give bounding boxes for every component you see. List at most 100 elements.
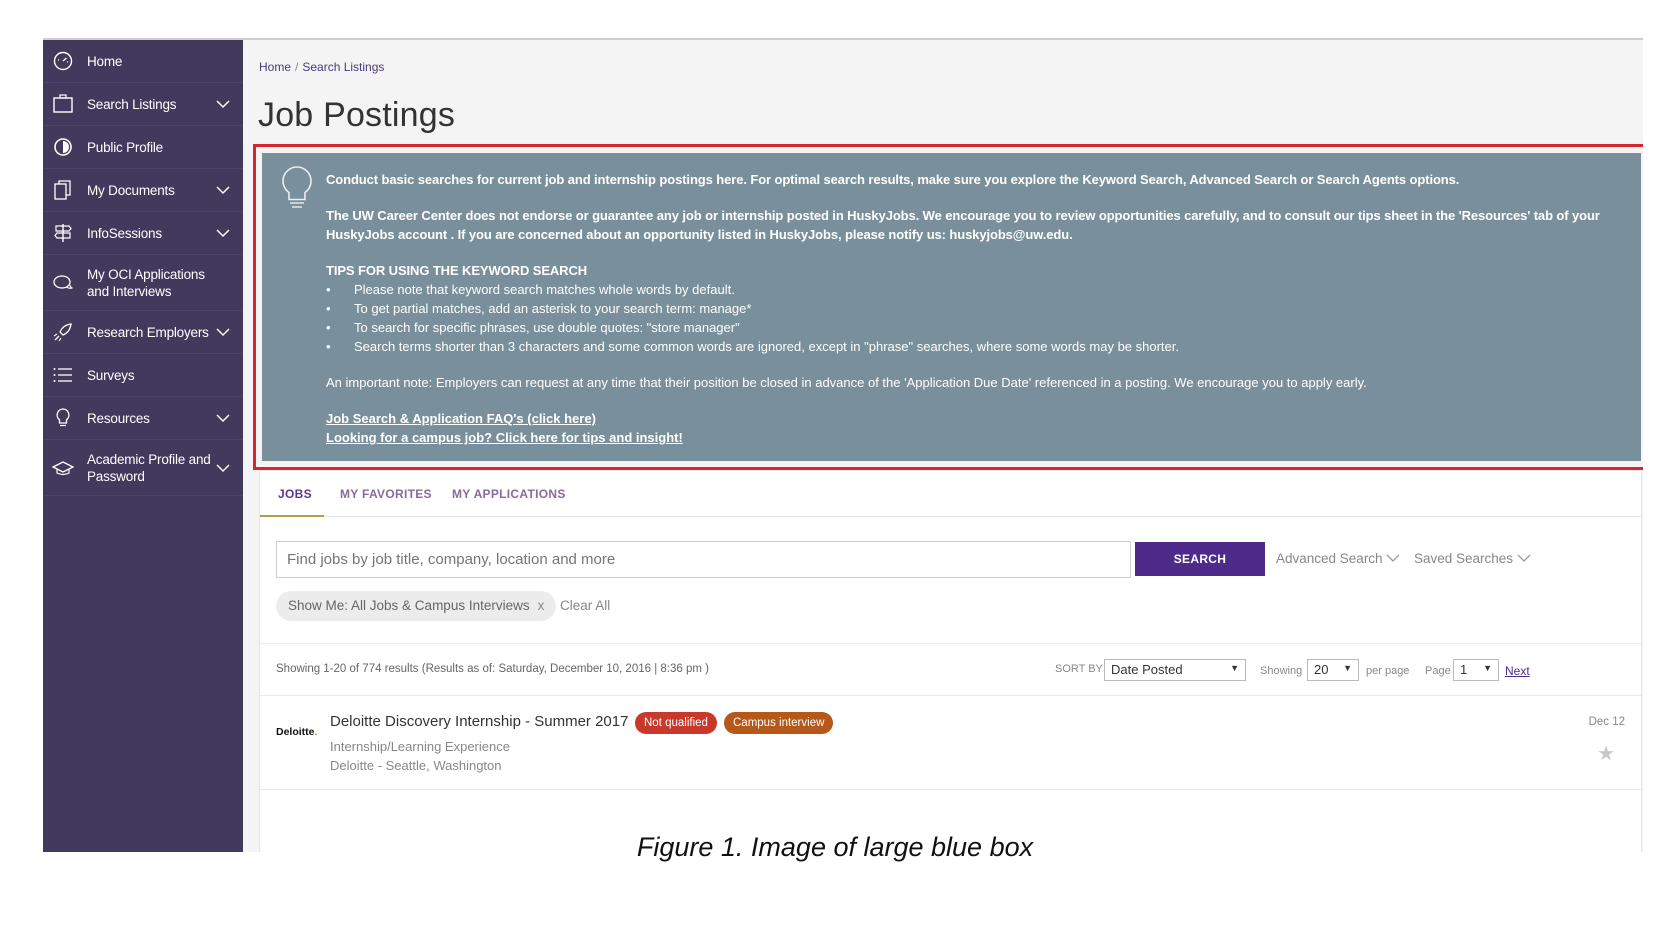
sidebar-item-my-documents[interactable]: My Documents [43,169,243,212]
sort-by-value: Date Posted [1111,662,1183,677]
job-title-link[interactable]: Deloitte Discovery Internship - Summer 2… [330,713,628,730]
campus-job-link[interactable]: Looking for a campus job? Click here for… [326,430,683,445]
page-margin [43,852,1643,946]
saved-searches-label: Saved Searches [1414,551,1514,566]
search-input[interactable] [276,541,1131,578]
sidebar-item-label: Public Profile [87,139,163,155]
sidebar-item-label: Search Listings [87,96,177,112]
chevron-down-icon [216,328,230,337]
sidebar-item-label: InfoSessions [87,225,162,241]
not-qualified-badge: Not qualified [635,712,717,734]
dropdown-arrow-icon: ▼ [1343,663,1352,673]
job-location: Deloitte - Seattle, Washington [330,758,502,773]
saved-searches-dropdown[interactable]: Saved Searches [1414,551,1531,566]
sidebar-item-oci-applications[interactable]: My OCI Applications and Interviews [43,255,243,311]
page-value: 1 [1460,662,1468,677]
divider [260,643,1641,644]
advanced-search-dropdown[interactable]: Advanced Search [1276,551,1400,566]
chat-icon [51,271,75,295]
info-box: Conduct basic searches for current job a… [262,153,1641,461]
remove-filter-button[interactable]: x [538,598,545,613]
sidebar-item-search-listings[interactable]: Search Listings [43,83,243,126]
breadcrumb-current[interactable]: Search Listings [302,60,384,74]
documents-icon [51,178,75,202]
profile-icon [51,135,75,159]
chevron-down-icon [216,100,230,109]
info-disclaimer: The UW Career Center does not endorse or… [326,208,1600,242]
breadcrumb-home-link[interactable]: Home [259,60,291,74]
filter-chip[interactable]: Show Me: All Jobs & Campus Interviews x [276,591,557,621]
sidebar-item-home[interactable]: Home [43,40,243,83]
sort-by-label: SORT BY [1055,663,1103,675]
sidebar-item-label: Research Employers [87,324,209,340]
tips-heading: TIPS FOR USING THE KEYWORD SEARCH [326,263,588,278]
chevron-down-icon [1517,554,1531,562]
tip-item: Please note that keyword search matches … [326,280,1623,299]
jobs-panel: JOBS MY FAVORITES MY APPLICATIONS SEARCH… [259,470,1642,852]
sidebar-item-surveys[interactable]: Surveys [43,354,243,397]
sidebar-item-label: My OCI Applications and Interviews [87,266,205,299]
dropdown-arrow-icon: ▼ [1483,663,1492,673]
lightbulb-icon [51,406,75,430]
info-intro: Conduct basic searches for current job a… [326,172,1460,187]
highlight-annotation-box: Conduct basic searches for current job a… [253,144,1643,470]
per-page-label: per page [1366,665,1410,677]
tab-jobs[interactable]: JOBS [278,487,312,501]
sidebar-item-resources[interactable]: Resources [43,397,243,440]
sidebar-item-label: Resources [87,410,150,426]
dashboard-icon [51,49,75,73]
chevron-down-icon [1386,554,1400,562]
tab-my-applications[interactable]: MY APPLICATIONS [452,487,566,501]
sidebar-item-academic-profile[interactable]: Academic Profile and Password [43,440,243,496]
divider [260,695,1641,696]
per-page-select[interactable]: 20 ▼ [1307,659,1359,681]
chevron-down-icon [216,229,230,238]
sidebar-item-label: Surveys [87,367,135,383]
page-select[interactable]: 1 ▼ [1453,659,1499,681]
chevron-down-icon [216,463,230,472]
advanced-search-label: Advanced Search [1276,551,1383,566]
clear-all-link[interactable]: Clear All [560,598,610,613]
logo-text: Deloitte [276,726,315,738]
info-note: An important note: Employers can request… [326,375,1367,390]
faq-link[interactable]: Job Search & Application FAQ's (click he… [326,411,596,426]
tip-item: To search for specific phrases, use doub… [326,318,1623,337]
sidebar-item-label: Home [87,53,123,69]
sort-by-select[interactable]: Date Posted ▼ [1104,659,1246,681]
employer-logo: Deloitte. [276,726,317,738]
chevron-down-icon [216,186,230,195]
sidebar: Home Search Listings Public Profile My D… [43,40,243,852]
tip-item: To get partial matches, add an asterisk … [326,299,1623,318]
campus-interview-badge: Campus interview [724,712,834,734]
logo-dot: . [314,726,318,738]
active-tab-indicator [260,515,324,517]
page-title: Job Postings [258,96,456,134]
info-content: Conduct basic searches for current job a… [326,170,1623,447]
tip-item: Search terms shorter than 3 characters a… [326,337,1623,356]
sidebar-item-label: My Documents [87,182,175,198]
search-button[interactable]: SEARCH [1135,542,1265,576]
favorite-star-icon[interactable]: ★ [1597,741,1615,766]
lightbulb-icon [282,166,312,208]
main-content: Home / Search Listings Job Postings Conduc… [243,40,1643,852]
next-page-link[interactable]: Next [1505,664,1530,678]
tab-my-favorites[interactable]: MY FAVORITES [340,487,432,501]
briefcase-icon [51,92,75,116]
app-frame: Home Search Listings Public Profile My D… [43,38,1643,852]
per-page-value: 20 [1314,662,1329,677]
showing-label: Showing [1260,665,1303,677]
job-type: Internship/Learning Experience [330,739,510,754]
rocket-icon [51,320,75,344]
filter-chip-label: Show Me: All Jobs & Campus Interviews [288,598,530,613]
job-date: Dec 12 [1588,716,1625,728]
results-summary: Showing 1-20 of 774 results (Results as … [276,663,709,675]
breadcrumb-separator: / [295,60,299,74]
graduation-cap-icon [51,456,75,480]
sidebar-item-infosessions[interactable]: InfoSessions [43,212,243,255]
sidebar-item-research-employers[interactable]: Research Employers [43,311,243,354]
sidebar-item-public-profile[interactable]: Public Profile [43,126,243,169]
figure-caption: Figure 1. Image of large blue box [636,832,1034,862]
dropdown-arrow-icon: ▼ [1230,663,1239,673]
tab-bar: JOBS MY FAVORITES MY APPLICATIONS [260,471,1641,517]
page-label: Page [1425,665,1451,677]
